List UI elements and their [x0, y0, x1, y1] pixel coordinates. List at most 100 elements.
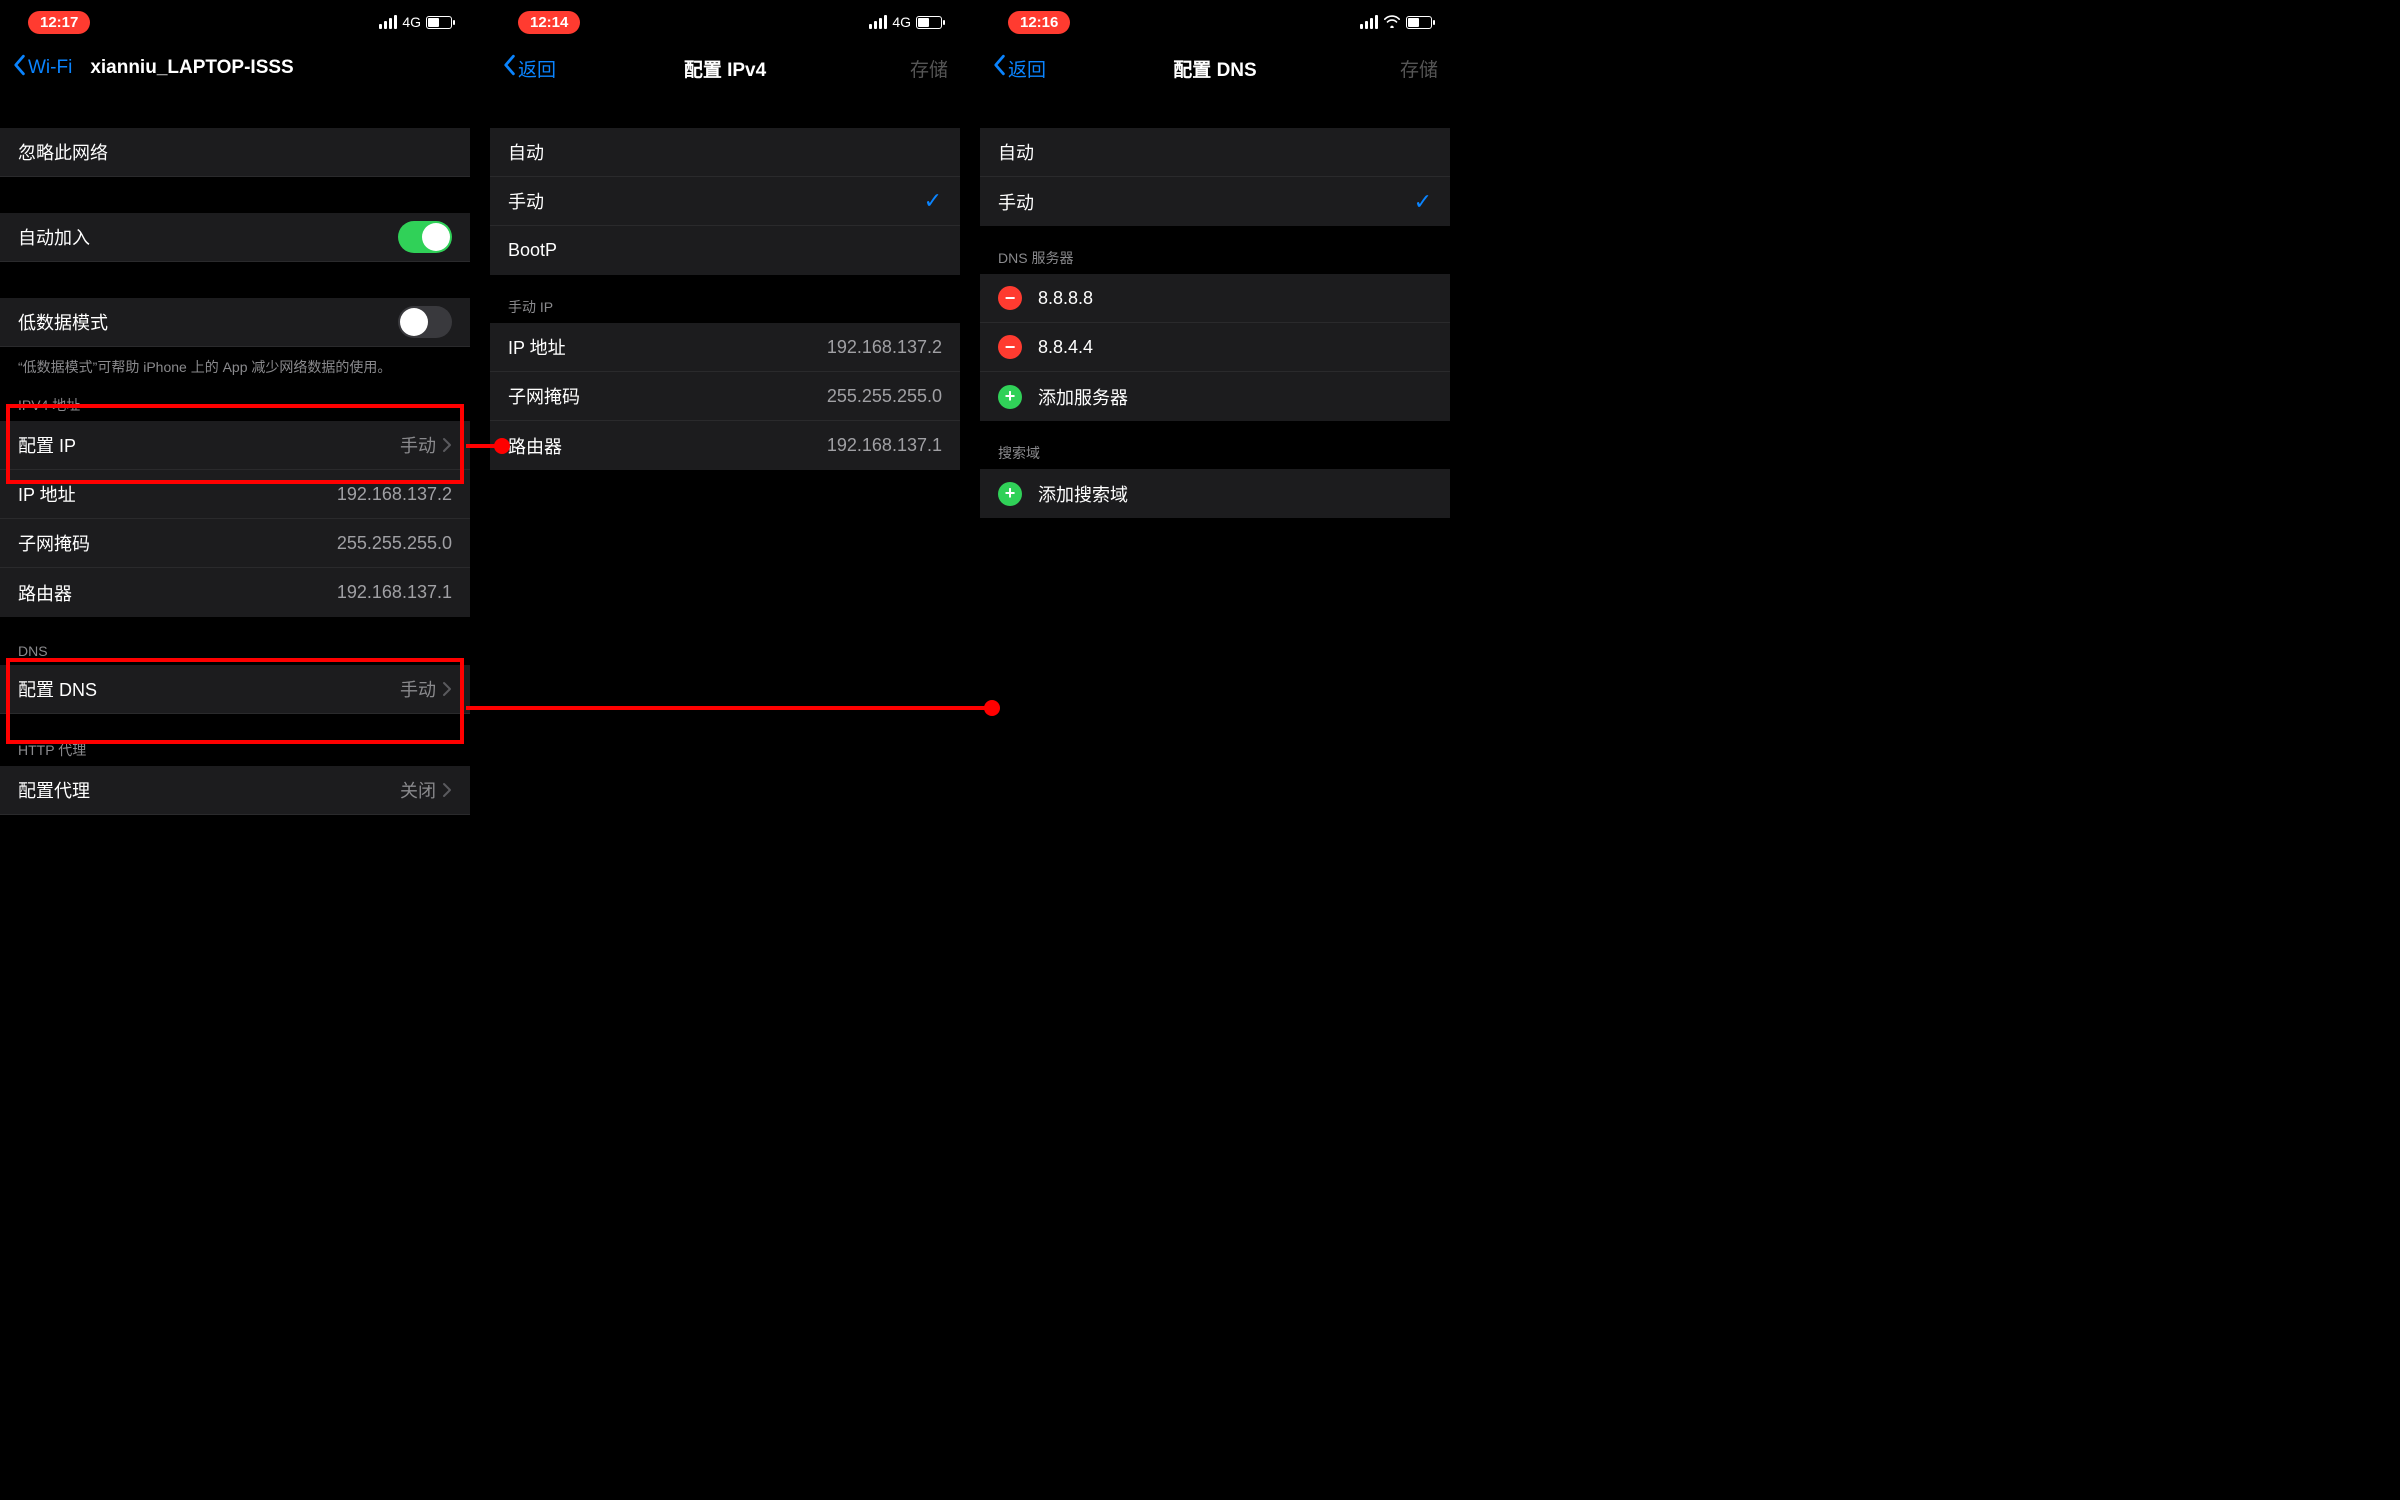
configure-proxy-row[interactable]: 配置代理 关闭: [0, 766, 470, 815]
option-auto-label: 自动: [998, 139, 1034, 165]
auto-join-label: 自动加入: [18, 224, 90, 250]
add-search-domain-row[interactable]: + 添加搜索域: [980, 469, 1450, 518]
auto-join-toggle[interactable]: [398, 221, 452, 253]
ip-address-value: 192.168.137.2: [337, 484, 452, 505]
save-button[interactable]: 存储: [1400, 55, 1438, 82]
status-bar: 12:16: [980, 0, 1450, 44]
dns-server-row-1[interactable]: − 8.8.8.8: [980, 274, 1450, 323]
add-dns-label: 添加服务器: [1038, 384, 1128, 410]
low-data-label: 低数据模式: [18, 309, 108, 335]
page-title: xianniu_LAPTOP-ISSS: [90, 57, 293, 79]
router-row[interactable]: 路由器 192.168.137.1: [490, 421, 960, 470]
ip-address-value: 192.168.137.2: [827, 337, 942, 358]
wifi-icon: [1383, 14, 1401, 31]
dns-section-header: DNS: [0, 617, 470, 665]
option-bootp-label: BootP: [508, 240, 557, 261]
dns-server-value: 8.8.4.4: [1038, 337, 1093, 358]
battery-icon: [1406, 16, 1432, 29]
recording-time-pill[interactable]: 12:14: [518, 11, 580, 34]
recording-time-pill[interactable]: 12:17: [28, 11, 90, 34]
chevron-right-icon: [442, 681, 452, 697]
annotation-arrow-dns: [466, 706, 992, 710]
page-title: 配置 DNS: [980, 55, 1450, 82]
configure-proxy-value: 关闭: [400, 777, 436, 803]
checkmark-icon: ✓: [1414, 189, 1432, 215]
configure-ip-row[interactable]: 配置 IP 手动: [0, 421, 470, 470]
add-icon[interactable]: +: [998, 385, 1022, 409]
configure-proxy-label: 配置代理: [18, 777, 90, 803]
remove-icon[interactable]: −: [998, 335, 1022, 359]
subnet-mask-value: 255.255.255.0: [827, 386, 942, 407]
dns-server-row-2[interactable]: − 8.8.4.4: [980, 323, 1450, 372]
low-data-footnote: “低数据模式”可帮助 iPhone 上的 App 减少网络数据的使用。: [0, 347, 470, 377]
configure-dns-value: 手动: [400, 676, 436, 702]
status-bar: 12:14 4G: [490, 0, 960, 44]
back-label: 返回: [518, 55, 556, 82]
option-auto[interactable]: 自动: [490, 128, 960, 177]
dns-servers-header: DNS 服务器: [980, 226, 1450, 274]
ip-address-label: IP 地址: [18, 481, 76, 507]
chevron-left-icon: [12, 54, 26, 82]
configure-ipv4-screen: 12:14 4G 返回 配置 IPv4 存储 自动 手动 ✓: [490, 0, 960, 1500]
nav-bar: 返回 配置 IPv4 存储: [490, 44, 960, 92]
cell-signal-icon: [379, 15, 397, 29]
configure-dns-screen: 12:16 返回 配置 DNS 存储 自动 手动 ✓ D: [980, 0, 1450, 1500]
chevron-left-icon: [502, 54, 516, 82]
chevron-right-icon: [442, 782, 452, 798]
battery-icon: [426, 16, 452, 29]
search-domains-header: 搜索域: [980, 421, 1450, 469]
ip-address-row: IP 地址 192.168.137.2: [0, 470, 470, 519]
subnet-mask-value: 255.255.255.0: [337, 533, 452, 554]
back-button[interactable]: 返回: [992, 54, 1046, 82]
dns-server-value: 8.8.8.8: [1038, 288, 1093, 309]
manual-ip-header: 手动 IP: [490, 275, 960, 323]
forget-network-row[interactable]: 忽略此网络: [0, 128, 470, 177]
forget-network-label: 忽略此网络: [18, 139, 108, 165]
recording-time-pill[interactable]: 12:16: [1008, 11, 1070, 34]
router-label: 路由器: [18, 580, 72, 606]
add-search-label: 添加搜索域: [1038, 481, 1128, 507]
option-manual-label: 手动: [998, 189, 1034, 215]
network-type: 4G: [892, 14, 911, 30]
nav-bar: Wi-Fi xianniu_LAPTOP-ISSS: [0, 44, 470, 92]
proxy-section-header: HTTP 代理: [0, 714, 470, 766]
option-manual[interactable]: 手动 ✓: [490, 177, 960, 226]
ip-address-label: IP 地址: [508, 334, 566, 360]
router-value: 192.168.137.1: [827, 435, 942, 456]
back-label: 返回: [1008, 55, 1046, 82]
router-row: 路由器 192.168.137.1: [0, 568, 470, 617]
subnet-mask-label: 子网掩码: [18, 530, 90, 556]
subnet-mask-label: 子网掩码: [508, 383, 580, 409]
router-label: 路由器: [508, 433, 562, 459]
configure-dns-row[interactable]: 配置 DNS 手动: [0, 665, 470, 714]
wifi-detail-screen: 12:17 4G Wi-Fi xianniu_LAPTOP-ISSS 忽略此网络…: [0, 0, 470, 1500]
option-bootp[interactable]: BootP: [490, 226, 960, 275]
option-auto[interactable]: 自动: [980, 128, 1450, 177]
ipv4-section-header: IPV4 地址: [0, 377, 470, 421]
page-title: 配置 IPv4: [490, 55, 960, 82]
option-manual[interactable]: 手动 ✓: [980, 177, 1450, 226]
auto-join-row[interactable]: 自动加入: [0, 213, 470, 262]
configure-dns-label: 配置 DNS: [18, 676, 97, 702]
low-data-row[interactable]: 低数据模式: [0, 298, 470, 347]
save-button[interactable]: 存储: [910, 55, 948, 82]
subnet-mask-row[interactable]: 子网掩码 255.255.255.0: [490, 372, 960, 421]
battery-icon: [916, 16, 942, 29]
option-manual-label: 手动: [508, 188, 544, 214]
ip-address-row[interactable]: IP 地址 192.168.137.2: [490, 323, 960, 372]
annotation-dot: [984, 700, 1000, 716]
back-button[interactable]: 返回: [502, 54, 556, 82]
cell-signal-icon: [1360, 15, 1378, 29]
annotation-dot: [494, 438, 510, 454]
back-label: Wi-Fi: [28, 57, 72, 79]
remove-icon[interactable]: −: [998, 286, 1022, 310]
chevron-left-icon: [992, 54, 1006, 82]
low-data-toggle[interactable]: [398, 306, 452, 338]
back-button[interactable]: Wi-Fi: [12, 54, 72, 82]
add-icon[interactable]: +: [998, 482, 1022, 506]
router-value: 192.168.137.1: [337, 582, 452, 603]
chevron-right-icon: [442, 437, 452, 453]
configure-ip-value: 手动: [400, 432, 436, 458]
add-dns-server-row[interactable]: + 添加服务器: [980, 372, 1450, 421]
checkmark-icon: ✓: [924, 188, 942, 214]
